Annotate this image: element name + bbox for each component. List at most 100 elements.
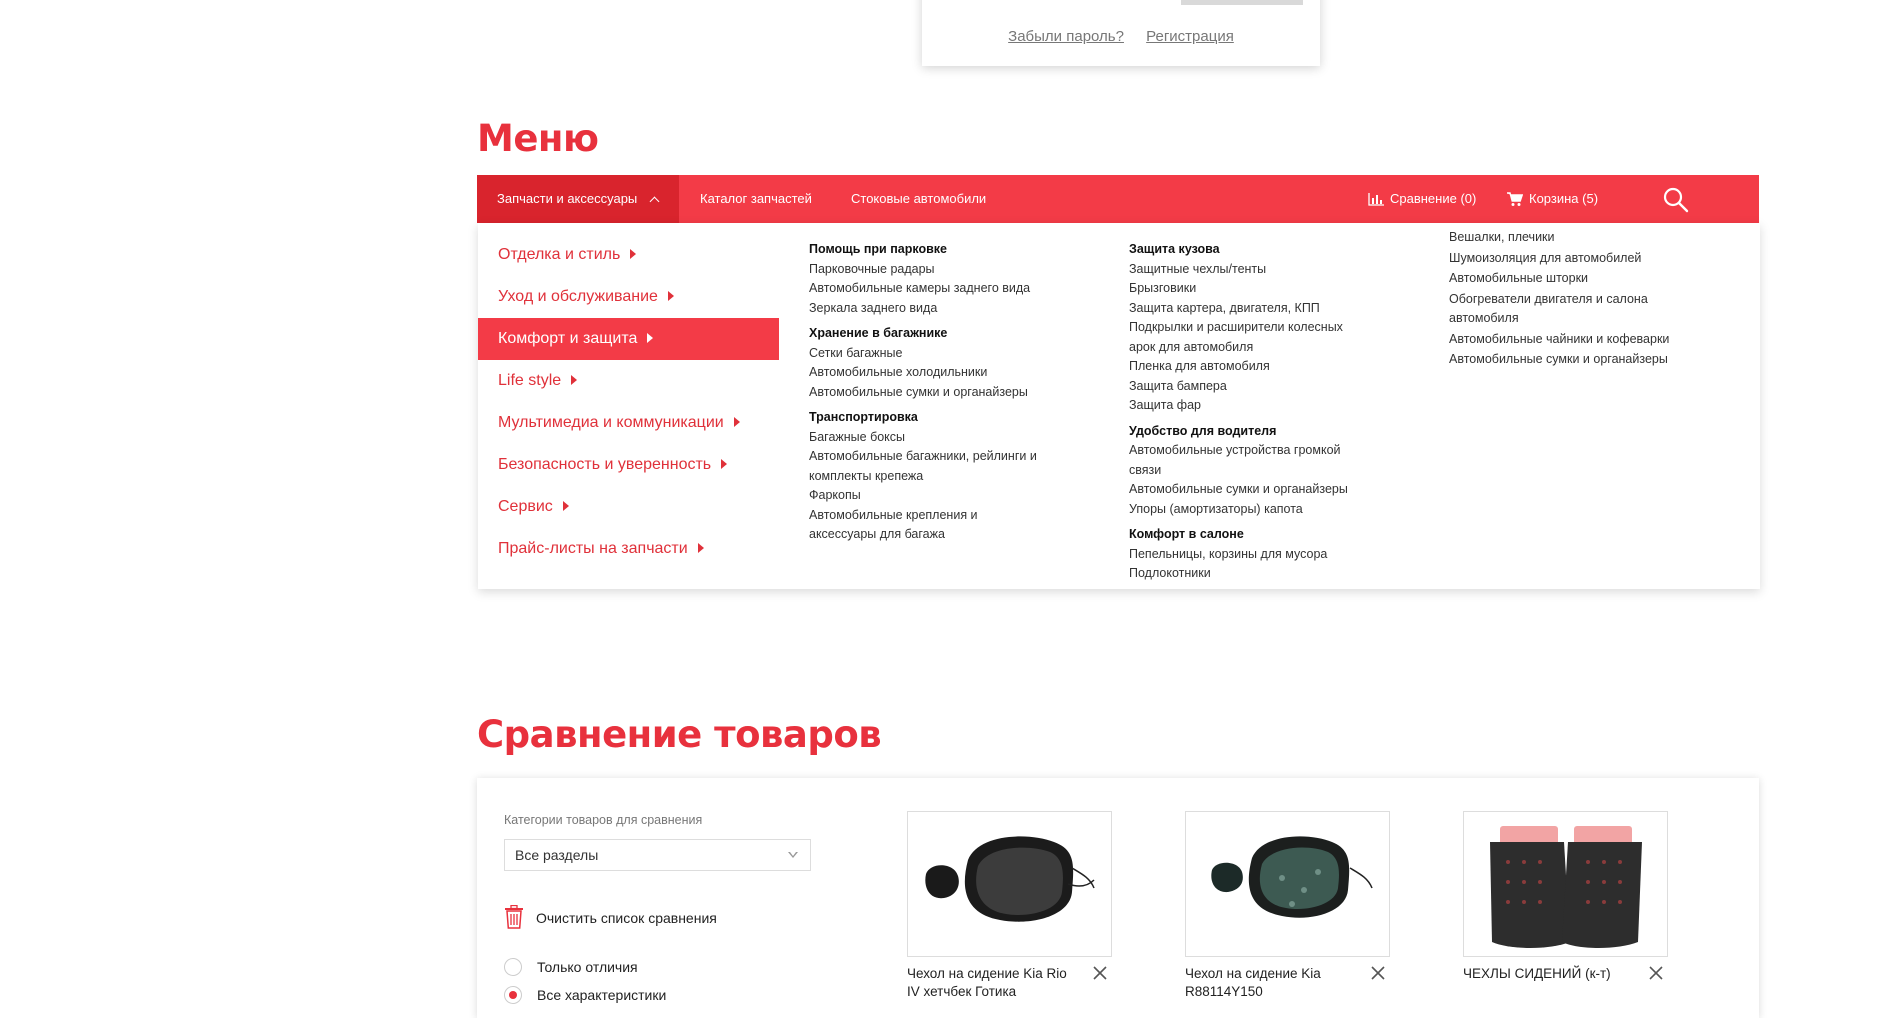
submenu-link[interactable]: Защита картера, двигателя, КПП bbox=[1129, 299, 1359, 319]
radio-all-characteristics[interactable]: Все характеристики bbox=[504, 985, 666, 1005]
submenu-group-header[interactable]: Комфорт в салоне bbox=[1129, 525, 1359, 545]
submenu-group-header[interactable]: Защита кузова bbox=[1129, 240, 1359, 260]
submenu-link[interactable]: Автомобильные холодильники bbox=[809, 363, 1039, 383]
submenu-link[interactable]: Брызговики bbox=[1129, 279, 1359, 299]
radio-circle bbox=[504, 958, 522, 977]
close-icon[interactable] bbox=[1649, 966, 1663, 980]
seat-cover-image bbox=[1490, 826, 1642, 948]
submenu-link[interactable]: Защитные чехлы/тенты bbox=[1129, 260, 1359, 280]
submenu-group-header[interactable]: Помощь при парковке bbox=[809, 240, 1039, 260]
side-menu-item[interactable]: Безопасность и уверенность bbox=[478, 444, 779, 486]
submenu-link[interactable]: Пленка для автомобиля bbox=[1129, 357, 1359, 377]
search-button[interactable] bbox=[1663, 187, 1689, 213]
product-image[interactable] bbox=[1185, 811, 1390, 957]
submenu-link[interactable]: Автомобильные багажники, рейлинги и комп… bbox=[809, 447, 1039, 486]
mega-menu-dropdown: Отделка и стиль Уход и обслуживание Комфор… bbox=[478, 223, 1760, 589]
side-menu-label: Уход и обслуживание bbox=[498, 288, 658, 305]
close-icon[interactable] bbox=[1371, 966, 1385, 980]
submenu-link[interactable]: Обогреватели двигателя и салона автомоби… bbox=[1449, 290, 1679, 329]
search-icon bbox=[1663, 187, 1689, 213]
side-menu-item[interactable]: Life style bbox=[478, 360, 779, 402]
submenu-link[interactable]: Багажные боксы bbox=[809, 428, 1039, 448]
tab-parts-catalog[interactable]: Каталог запчастей bbox=[700, 175, 812, 223]
submenu-column-1: Помощь при парковке Парковочные радары Авт… bbox=[809, 234, 1039, 545]
side-menu-label: Безопасность и уверенность bbox=[498, 456, 712, 473]
submenu-link[interactable]: Упоры (амортизаторы) капота bbox=[1129, 500, 1359, 520]
submenu-link[interactable]: Защита бампера bbox=[1129, 377, 1359, 397]
caret-right-icon bbox=[630, 249, 637, 259]
caret-right-icon bbox=[562, 501, 569, 511]
caret-right-icon bbox=[697, 543, 704, 553]
chevron-up-icon bbox=[649, 196, 660, 207]
category-select[interactable]: Все разделы bbox=[504, 839, 811, 871]
product-name[interactable]: ЧЕХЛЫ СИДЕНИЙ (к-т) bbox=[1463, 965, 1638, 983]
main-menubar: Запчасти и аксессуары Каталог запчастей … bbox=[477, 175, 1759, 223]
radio-circle-selected bbox=[504, 986, 522, 1005]
submenu-link[interactable]: Подлокотники bbox=[1129, 564, 1359, 584]
submenu-group-header[interactable]: Удобство для водителя bbox=[1129, 422, 1359, 442]
submenu-link[interactable]: Зеркала заднего вида bbox=[809, 299, 1039, 319]
menu-section-title: Меню bbox=[477, 117, 599, 160]
submenu-link[interactable]: Автомобильные сумки и органайзеры bbox=[1449, 350, 1679, 370]
close-icon[interactable] bbox=[1093, 966, 1107, 980]
submenu-link[interactable]: Парковочные радары bbox=[809, 260, 1039, 280]
caret-right-icon bbox=[667, 291, 674, 301]
submenu-link[interactable]: Подкрылки и расширители колесных арок дл… bbox=[1129, 318, 1359, 357]
compare-panel: Категории товаров для сравнения Все разд… bbox=[477, 778, 1759, 1018]
compare-link[interactable]: Сравнение (0) bbox=[1368, 175, 1476, 223]
submenu-link[interactable]: Автомобильные сумки и органайзеры bbox=[1129, 480, 1359, 500]
submenu-link[interactable]: Автомобильные шторки bbox=[1449, 269, 1679, 289]
side-menu-item[interactable]: Уход и обслуживание bbox=[478, 276, 779, 318]
side-menu-label: Прайс-листы на запчасти bbox=[498, 540, 688, 557]
submenu-link[interactable]: Шумоизоляция для автомобилей bbox=[1449, 249, 1679, 269]
submenu-link[interactable]: Автомобильные устройства громкой связи bbox=[1129, 441, 1359, 480]
login-popup: Забыли пароль? Регистрация bbox=[922, 0, 1320, 66]
product-name[interactable]: Чехол на сидение Kia Rio IV хетчбек Готи… bbox=[907, 965, 1082, 1001]
submenu-column-3: Вешалки, плечики Шумоизоляция для автомоб… bbox=[1449, 228, 1679, 371]
caret-right-icon bbox=[647, 333, 654, 343]
cart-link[interactable]: Корзина (5) bbox=[1507, 175, 1598, 223]
product-image[interactable] bbox=[1463, 811, 1668, 957]
submenu-link[interactable]: Пепельницы, корзины для мусора bbox=[1129, 545, 1359, 565]
login-button-edge[interactable] bbox=[1181, 0, 1303, 5]
submenu-link[interactable]: Автомобильные камеры заднего вида bbox=[809, 279, 1039, 299]
clear-label: Очистить список сравнения bbox=[536, 910, 717, 926]
caret-right-icon bbox=[733, 417, 740, 427]
side-menu-item[interactable]: Сервис bbox=[478, 486, 779, 528]
register-link[interactable]: Регистрация bbox=[1146, 28, 1234, 45]
side-menu-item[interactable]: Комфорт и защита bbox=[478, 318, 779, 360]
radio-only-differences[interactable]: Только отличия bbox=[504, 957, 638, 977]
product-image[interactable] bbox=[907, 811, 1112, 957]
submenu-link[interactable]: Фаркопы bbox=[809, 486, 1039, 506]
clear-compare-button[interactable]: Очистить список сравнения bbox=[504, 905, 717, 931]
chevron-down-icon bbox=[788, 852, 798, 858]
compare-section-title: Сравнение товаров bbox=[477, 713, 882, 756]
side-menu-item[interactable]: Прайс-листы на запчасти bbox=[478, 528, 779, 570]
select-value: Все разделы bbox=[515, 847, 599, 863]
tab-label: Запчасти и аксессуары bbox=[497, 191, 638, 206]
side-menu-label: Сервис bbox=[498, 498, 553, 515]
radio-label: Только отличия bbox=[537, 959, 638, 975]
bar-chart-icon bbox=[1368, 193, 1384, 206]
tab-parts-accessories[interactable]: Запчасти и аксессуары bbox=[477, 175, 679, 223]
submenu-link[interactable]: Автомобильные сумки и органайзеры bbox=[809, 383, 1039, 403]
tab-stock-cars[interactable]: Стоковые автомобили bbox=[851, 175, 986, 223]
compare-product-card: Чехол на сидение Kia Rio IV хетчбек Готи… bbox=[907, 811, 1112, 999]
forgot-password-link[interactable]: Забыли пароль? bbox=[1008, 28, 1124, 45]
radio-label: Все характеристики bbox=[537, 987, 667, 1003]
side-menu-item[interactable]: Мультимедиа и коммуникации bbox=[478, 402, 779, 444]
compare-product-card: ЧЕХЛЫ СИДЕНИЙ (к-т) bbox=[1463, 811, 1668, 981]
submenu-link[interactable]: Вешалки, плечики bbox=[1449, 228, 1679, 248]
submenu-group-header[interactable]: Хранение в багажнике bbox=[809, 324, 1039, 344]
side-menu-item[interactable]: Отделка и стиль bbox=[478, 234, 779, 276]
submenu-link[interactable]: Защита фар bbox=[1129, 396, 1359, 416]
compare-label: Сравнение (0) bbox=[1390, 191, 1477, 206]
side-menu-label: Комфорт и защита bbox=[498, 330, 638, 347]
submenu-link[interactable]: Автомобильные чайники и кофеварки bbox=[1449, 330, 1679, 350]
submenu-link[interactable]: Автомобильные крепления и аксессуары для… bbox=[809, 506, 1039, 545]
product-name[interactable]: Чехол на сидение Kia R88114Y150 bbox=[1185, 965, 1360, 1001]
side-menu-label: Мультимедиа и коммуникации bbox=[498, 414, 724, 431]
submenu-group-header[interactable]: Транспортировка bbox=[809, 408, 1039, 428]
caret-right-icon bbox=[571, 375, 578, 385]
submenu-link[interactable]: Сетки багажные bbox=[809, 344, 1039, 364]
